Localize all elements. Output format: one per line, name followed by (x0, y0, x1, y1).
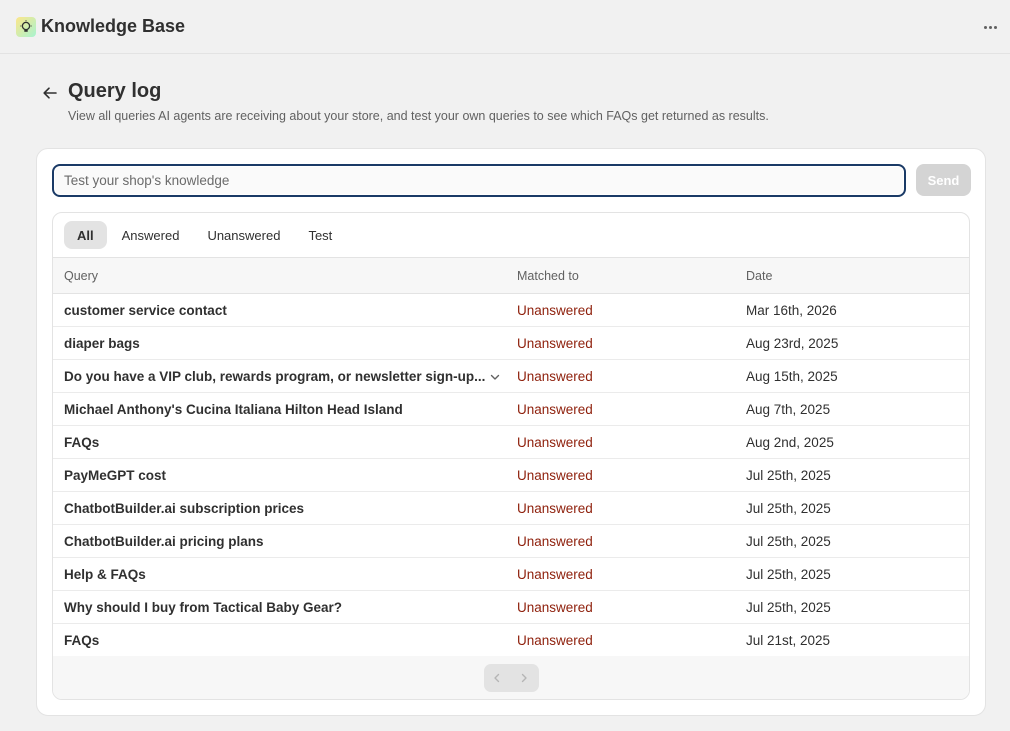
chevron-right-icon (521, 673, 527, 682)
query-table: All Answered Unanswered Test Query Match… (52, 212, 970, 700)
query-log-card: Send All Answered Unanswered Test Query … (36, 148, 986, 716)
query-cell: diaper bags (64, 335, 140, 351)
date-cell: Jul 25th, 2025 (746, 566, 831, 582)
date-cell: Aug 2nd, 2025 (746, 434, 834, 450)
query-cell: FAQs (64, 434, 100, 450)
dot-icon (983, 25, 987, 29)
send-button[interactable]: Send (916, 164, 971, 196)
pagination-footer (53, 656, 969, 699)
app-title: Knowledge Base (41, 16, 186, 36)
table-row[interactable]: FAQs Unanswered Aug 2nd, 2025 (53, 426, 969, 459)
date-cell: Aug 23rd, 2025 (746, 335, 839, 351)
date-cell: Jul 25th, 2025 (746, 500, 831, 516)
chevron-down-icon[interactable] (489, 371, 501, 383)
matched-cell: Unanswered (517, 633, 593, 648)
page-title: Query log (68, 80, 162, 102)
page-subtitle: View all queries AI agents are receiving… (68, 109, 769, 123)
chevron-left-icon (494, 673, 500, 682)
column-header-date: Date (746, 268, 773, 283)
tab-test[interactable]: Test (295, 221, 345, 249)
matched-cell: Unanswered (517, 533, 593, 549)
column-header-matched: Matched to (517, 268, 579, 283)
tab-all[interactable]: All (64, 221, 107, 249)
more-options-button[interactable] (980, 17, 1000, 37)
top-bar: Knowledge Base (0, 0, 1010, 54)
tab-unanswered[interactable]: Unanswered (194, 221, 293, 249)
dot-icon (993, 25, 997, 29)
table-row[interactable]: FAQs Unanswered Jul 21st, 2025 (53, 624, 969, 657)
dot-icon (988, 25, 992, 29)
date-cell: Mar 16th, 2026 (746, 302, 837, 318)
matched-cell: Unanswered (517, 335, 593, 351)
previous-page-button[interactable] (484, 664, 511, 692)
back-button[interactable] (40, 83, 60, 103)
date-cell: Jul 21st, 2025 (746, 633, 831, 648)
matched-cell: Unanswered (517, 368, 593, 384)
matched-cell: Unanswered (517, 401, 593, 417)
query-cell: ChatbotBuilder.ai subscription prices (64, 500, 305, 516)
lightbulb-icon (16, 16, 36, 37)
table-row[interactable]: PayMeGPT cost Unanswered Jul 25th, 2025 (53, 459, 969, 492)
date-cell: Aug 7th, 2025 (746, 401, 831, 417)
arrow-left-icon (43, 87, 57, 99)
query-cell: Michael Anthony's Cucina Italiana Hilton… (64, 401, 403, 417)
matched-cell: Unanswered (517, 467, 593, 483)
next-page-button[interactable] (511, 664, 538, 692)
table-row[interactable]: diaper bags Unanswered Aug 23rd, 2025 (53, 327, 969, 360)
query-cell: Do you have a VIP club, rewards program,… (64, 368, 486, 384)
query-cell: Help & FAQs (64, 566, 146, 582)
query-cell: customer service contact (64, 302, 227, 318)
matched-cell: Unanswered (517, 500, 593, 516)
table-row[interactable]: Why should I buy from Tactical Baby Gear… (53, 591, 969, 624)
query-cell: Why should I buy from Tactical Baby Gear… (64, 599, 343, 615)
table-row[interactable]: customer service contact Unanswered Mar … (53, 294, 969, 327)
date-cell: Aug 15th, 2025 (746, 368, 838, 384)
table-row[interactable]: Do you have a VIP club, rewards program,… (53, 360, 969, 393)
date-cell: Jul 25th, 2025 (746, 599, 831, 615)
table-row[interactable]: Help & FAQs Unanswered Jul 25th, 2025 (53, 558, 969, 591)
date-cell: Jul 25th, 2025 (746, 467, 831, 483)
query-cell: ChatbotBuilder.ai pricing plans (64, 533, 264, 549)
date-cell: Jul 25th, 2025 (746, 533, 831, 549)
matched-cell: Unanswered (517, 302, 593, 318)
pagination (483, 663, 539, 692)
table-row[interactable]: ChatbotBuilder.ai subscription prices Un… (53, 492, 969, 525)
tab-answered[interactable]: Answered (109, 221, 193, 249)
table-row[interactable]: ChatbotBuilder.ai pricing plans Unanswer… (53, 525, 969, 558)
matched-cell: Unanswered (517, 434, 593, 450)
table-body: customer service contact Unanswered Mar … (53, 294, 969, 657)
query-cell: FAQs (64, 633, 100, 648)
test-query-input[interactable] (52, 164, 906, 197)
matched-cell: Unanswered (517, 599, 593, 615)
table-row[interactable]: Michael Anthony's Cucina Italiana Hilton… (53, 393, 969, 426)
query-cell: PayMeGPT cost (64, 467, 167, 483)
filter-tabs: All Answered Unanswered Test (53, 213, 969, 257)
matched-cell: Unanswered (517, 566, 593, 582)
table-header: Query Matched to Date (53, 257, 969, 294)
column-header-query: Query (64, 268, 99, 283)
